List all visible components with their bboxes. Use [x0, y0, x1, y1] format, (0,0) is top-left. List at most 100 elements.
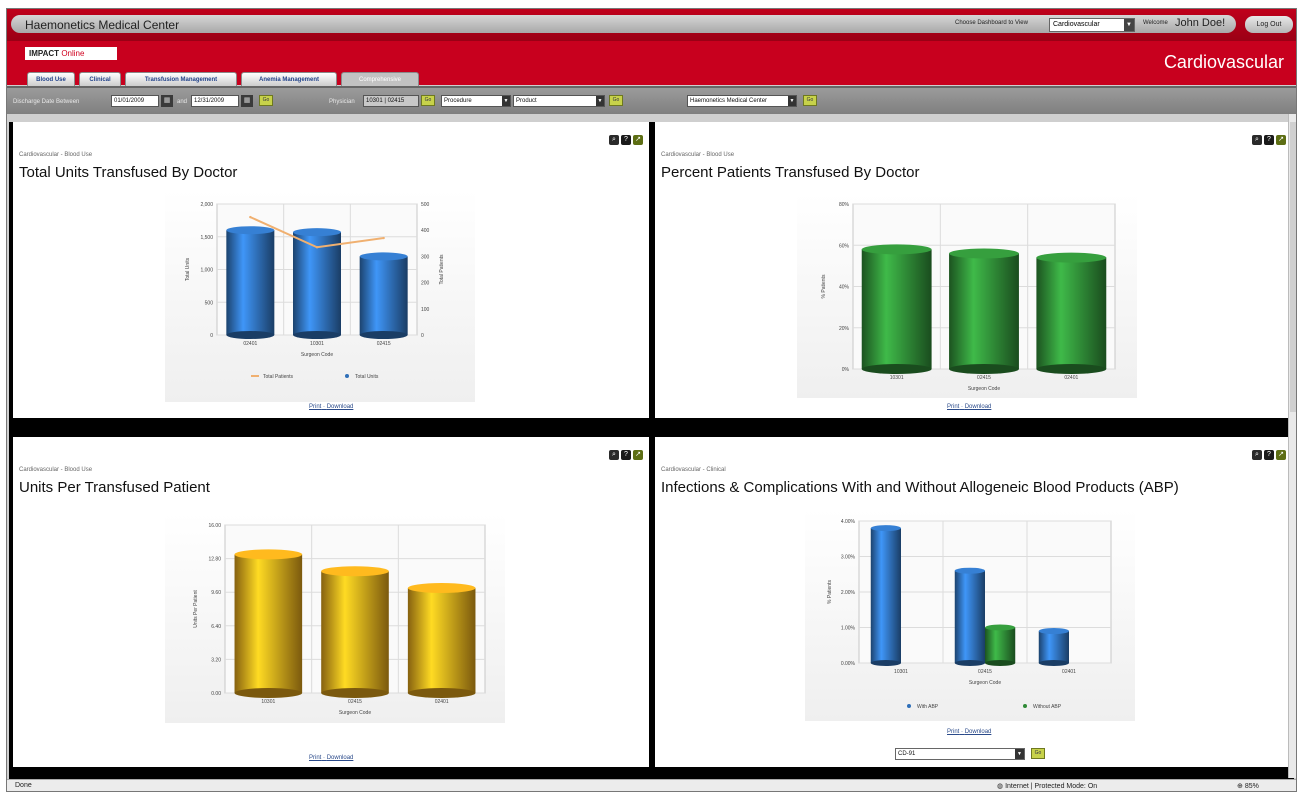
export-icon[interactable]: ↗	[633, 135, 643, 145]
bar	[949, 253, 1019, 369]
chevron-down-icon: ▼	[596, 96, 604, 106]
y-tick-label: 60%	[839, 243, 850, 249]
download-link[interactable]: Download	[327, 755, 354, 761]
tab-comprehensive[interactable]: Comprehensive	[341, 72, 419, 87]
y-tick-label: 16.00	[208, 523, 221, 529]
code-select[interactable]: CD-91 ▼	[895, 748, 1025, 760]
panel-title: Total Units Transfused By Doctor	[19, 164, 238, 181]
bar-top	[359, 252, 408, 261]
zoom-level[interactable]: ⊕ 85%	[1237, 782, 1259, 790]
download-link[interactable]: Download	[327, 404, 354, 410]
bar	[359, 256, 408, 335]
bar-top	[861, 244, 932, 255]
scrollbar[interactable]	[1288, 114, 1296, 778]
bar-base	[985, 660, 1016, 666]
tab-blood-use[interactable]: Blood Use	[27, 72, 75, 87]
facility-go-button[interactable]: Go	[803, 95, 817, 106]
date-go-button[interactable]: Go	[259, 95, 273, 106]
date-to-input[interactable]: 12/31/2009	[191, 95, 239, 107]
y2-tick-label: 0	[421, 333, 424, 339]
bar-base	[861, 364, 932, 374]
y-tick-label: 0.00	[211, 691, 221, 697]
physician-input[interactable]: 10301 | 02415	[363, 95, 419, 107]
y-tick-label: 1,500	[200, 235, 213, 241]
product-select[interactable]: Product ▼	[513, 95, 605, 107]
help-icon[interactable]: ?	[621, 450, 631, 460]
download-link[interactable]: Download	[965, 729, 992, 735]
product-go-button[interactable]: Go	[609, 95, 623, 106]
x-axis-label: Surgeon Code	[969, 680, 1001, 686]
logout-button[interactable]: Log Out	[1245, 16, 1293, 33]
zoom-icon[interactable]: ⌕	[1252, 450, 1262, 460]
help-icon[interactable]: ?	[1264, 135, 1274, 145]
y-tick-label: 0%	[842, 367, 850, 373]
and-label: and	[177, 99, 188, 105]
scroll-thumb[interactable]	[1290, 122, 1296, 412]
physician-go-button[interactable]: Go	[421, 95, 435, 106]
chart-area: 0.00 3.20 6.40 9.60 12.80 16.00 10301 02415 0240…	[165, 513, 505, 723]
export-icon[interactable]: ↗	[633, 450, 643, 460]
print-link[interactable]: Print	[309, 404, 321, 410]
panel-crumb: Cardiovascular - Clinical	[661, 467, 726, 473]
legend-label: Without ABP	[1033, 704, 1062, 710]
help-icon[interactable]: ?	[621, 135, 631, 145]
bar-base	[949, 364, 1019, 374]
y-tick-label: 2,000	[200, 202, 213, 208]
panel-links: Print · Download	[947, 729, 992, 735]
dashboard-select[interactable]: Cardiovascular ▼	[1049, 18, 1135, 32]
calendar-icon[interactable]: ▦	[241, 95, 253, 107]
panel-icons: ⌕? ↗	[607, 128, 643, 146]
panel-icons: ⌕? ↗	[607, 443, 643, 461]
bar-base	[226, 331, 275, 339]
legend-label: Total Units	[355, 374, 379, 380]
tab-clinical[interactable]: Clinical	[79, 72, 121, 87]
zoom-icon[interactable]: ⌕	[609, 135, 619, 145]
x-tick-label: 10301	[310, 341, 324, 347]
date-from-input[interactable]: 01/01/2009	[111, 95, 159, 107]
y2-tick-label: 100	[421, 307, 430, 313]
bar	[1036, 257, 1107, 369]
section-title: Cardiovascular	[1163, 52, 1284, 72]
tab-anemia-management[interactable]: Anemia Management	[241, 72, 337, 87]
facility-select[interactable]: Haemonetics Medical Center ▼	[687, 95, 797, 107]
help-icon[interactable]: ?	[1264, 450, 1274, 460]
legend-swatch	[345, 374, 349, 378]
bar	[234, 554, 303, 693]
panel-infections: ⌕? ↗ Cardiovascular - Clinical Infections…	[655, 437, 1292, 767]
zoom-icon[interactable]: ⌕	[609, 450, 619, 460]
legend-swatch	[1023, 704, 1027, 708]
panel-title: Percent Patients Transfused By Doctor	[661, 164, 920, 181]
line-point	[249, 215, 252, 219]
y-tick-label: 20%	[839, 326, 850, 332]
y-axis-label: % Patients	[827, 580, 833, 604]
panel-percent-patients: ⌕? ↗ Cardiovascular - Blood Use Percent P…	[655, 122, 1292, 418]
bar-base	[234, 688, 303, 698]
bar-top	[1038, 628, 1069, 635]
export-icon[interactable]: ↗	[1276, 450, 1286, 460]
panel-links: Print · Download	[947, 404, 992, 410]
export-icon[interactable]: ↗	[1276, 135, 1286, 145]
y-axis-label: Total Units	[185, 257, 191, 281]
user-name: John Doe!	[1175, 17, 1226, 29]
bar-base	[1036, 364, 1107, 374]
code-go-button[interactable]: Go	[1031, 748, 1045, 759]
calendar-icon[interactable]: ▦	[161, 95, 173, 107]
bar	[407, 588, 476, 693]
tab-transfusion-management[interactable]: Transfusion Management	[125, 72, 237, 87]
procedure-select[interactable]: Procedure ▼	[441, 95, 511, 107]
welcome-label: Welcome	[1143, 20, 1168, 26]
status-zone-text: Internet | Protected Mode: On	[1005, 783, 1098, 790]
zoom-icon[interactable]: ⌕	[1252, 135, 1262, 145]
download-link[interactable]: Download	[965, 404, 992, 410]
facility-select-value: Haemonetics Medical Center	[690, 98, 768, 104]
print-link[interactable]: Print	[947, 729, 959, 735]
bar-base	[321, 688, 389, 698]
bar-top	[954, 567, 985, 574]
status-zone: ◍ Internet | Protected Mode: On	[997, 782, 1097, 790]
physician-label: Physician	[329, 99, 355, 105]
x-tick-label: 02415	[377, 341, 391, 347]
print-link[interactable]: Print	[947, 404, 959, 410]
y-axis-label: % Patients	[821, 274, 827, 298]
print-link[interactable]: Print	[309, 755, 321, 761]
bar	[954, 570, 985, 663]
